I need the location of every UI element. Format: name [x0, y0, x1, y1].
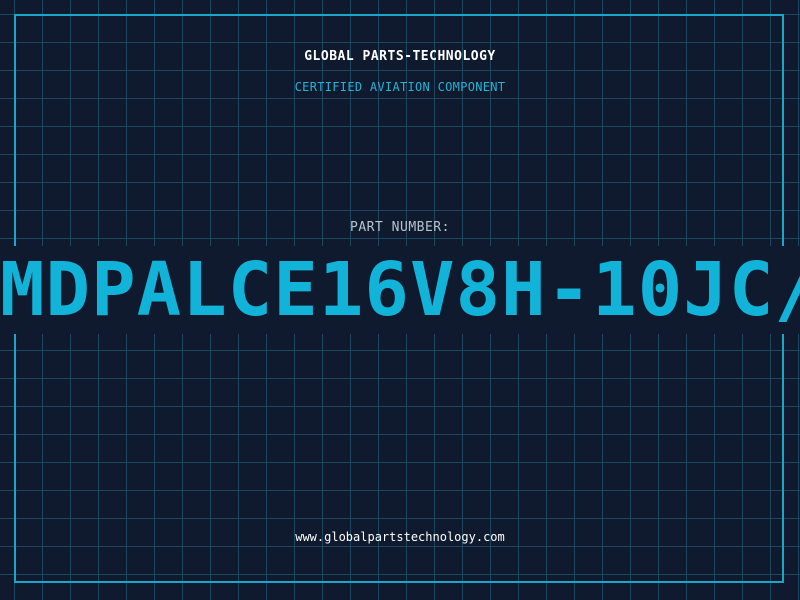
website-link[interactable]: www.globalpartstechnology.com — [0, 530, 800, 544]
part-number-value: MDPALCE16V8H-10JC/ — [0, 247, 800, 333]
part-number-label: PART NUMBER: — [350, 220, 450, 235]
part-card: GLOBAL PARTS-TECHNOLOGY CERTIFIED AVIATI… — [0, 0, 800, 600]
part-number-band: MDPALCE16V8H-10JC/ — [0, 246, 800, 334]
certification-tagline: CERTIFIED AVIATION COMPONENT — [294, 80, 506, 94]
company-name: GLOBAL PARTS-TECHNOLOGY — [304, 49, 496, 64]
